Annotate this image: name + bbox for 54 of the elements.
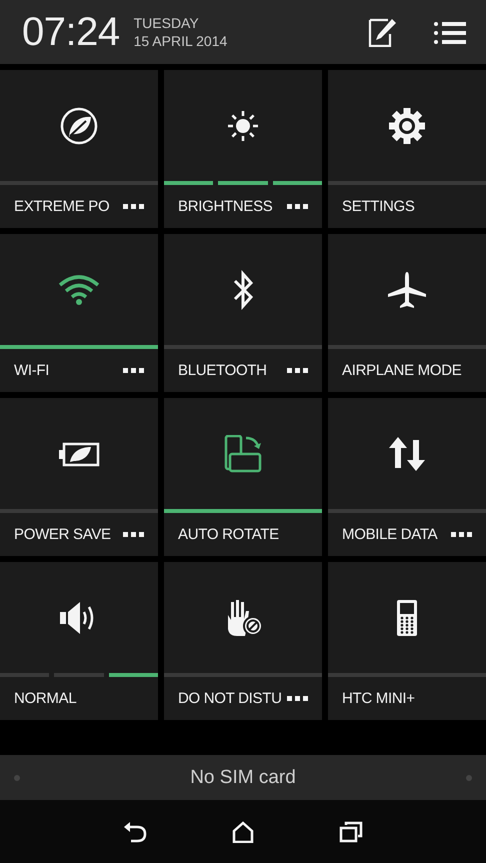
- menu-icon: [434, 20, 466, 44]
- back-button[interactable]: [122, 820, 147, 842]
- dot-icon: [466, 774, 472, 780]
- edit-button[interactable]: [368, 17, 398, 47]
- quick-setting-tile[interactable]: HTC MINI+: [328, 562, 486, 720]
- tile-label: BRIGHTNESS: [178, 198, 273, 215]
- quick-setting-tile[interactable]: MOBILE DATA: [328, 398, 486, 556]
- rotate-icon: [224, 434, 262, 472]
- phone-icon: [396, 598, 418, 636]
- edit-icon: [368, 17, 398, 47]
- quick-setting-tile[interactable]: BRIGHTNESS: [164, 70, 322, 228]
- more-icon[interactable]: [123, 368, 144, 373]
- quick-setting-tile[interactable]: AIRPLANE MODE: [328, 234, 486, 392]
- more-icon[interactable]: [123, 532, 144, 537]
- date-text: 15 APRIL 2014: [134, 32, 228, 50]
- tile-label: AUTO ROTATE: [178, 526, 279, 543]
- dot-icon: [14, 774, 20, 780]
- tile-label: HTC MINI+: [342, 690, 415, 707]
- recents-icon: [339, 820, 364, 842]
- recents-button[interactable]: [339, 820, 364, 842]
- quick-setting-tile[interactable]: POWER SAVE: [0, 398, 158, 556]
- more-icon[interactable]: [123, 204, 144, 209]
- quick-setting-tile[interactable]: AUTO ROTATE: [164, 398, 322, 556]
- wifi-icon: [58, 274, 100, 306]
- quick-setting-tile[interactable]: DO NOT DISTU: [164, 562, 322, 720]
- home-icon: [232, 820, 254, 842]
- tile-label: EXTREME PO: [14, 198, 110, 215]
- tile-label: SETTINGS: [342, 198, 415, 215]
- data-arrows-icon: [389, 436, 425, 470]
- sim-status-text: No SIM card: [189, 766, 297, 788]
- tile-label: BLUETOOTH: [178, 362, 267, 379]
- tile-label: AIRPLANE MODE: [342, 362, 462, 379]
- tile-label: WI-FI: [14, 362, 50, 379]
- list-button[interactable]: [434, 20, 466, 44]
- quick-setting-tile[interactable]: WI-FI: [0, 234, 158, 392]
- bluetooth-icon: [232, 270, 254, 310]
- settings-icon: [388, 106, 426, 144]
- more-icon[interactable]: [287, 368, 308, 373]
- home-button[interactable]: [232, 820, 254, 842]
- quick-setting-tile[interactable]: EXTREME PO: [0, 70, 158, 228]
- more-icon[interactable]: [287, 204, 308, 209]
- tile-label: NORMAL: [14, 690, 76, 707]
- tile-label: MOBILE DATA: [342, 526, 438, 543]
- more-icon[interactable]: [451, 532, 472, 537]
- airplane-icon: [387, 270, 427, 310]
- back-icon: [122, 820, 147, 842]
- leaf-icon: [60, 106, 98, 144]
- quick-setting-tile[interactable]: SETTINGS: [328, 70, 486, 228]
- clock-time: 07:24: [22, 10, 120, 54]
- more-icon[interactable]: [287, 696, 308, 701]
- tile-label: DO NOT DISTU: [178, 690, 282, 707]
- tile-label: POWER SAVE: [14, 526, 111, 543]
- quick-setting-tile[interactable]: BLUETOOTH: [164, 234, 322, 392]
- weekday-text: TUESDAY: [134, 14, 200, 32]
